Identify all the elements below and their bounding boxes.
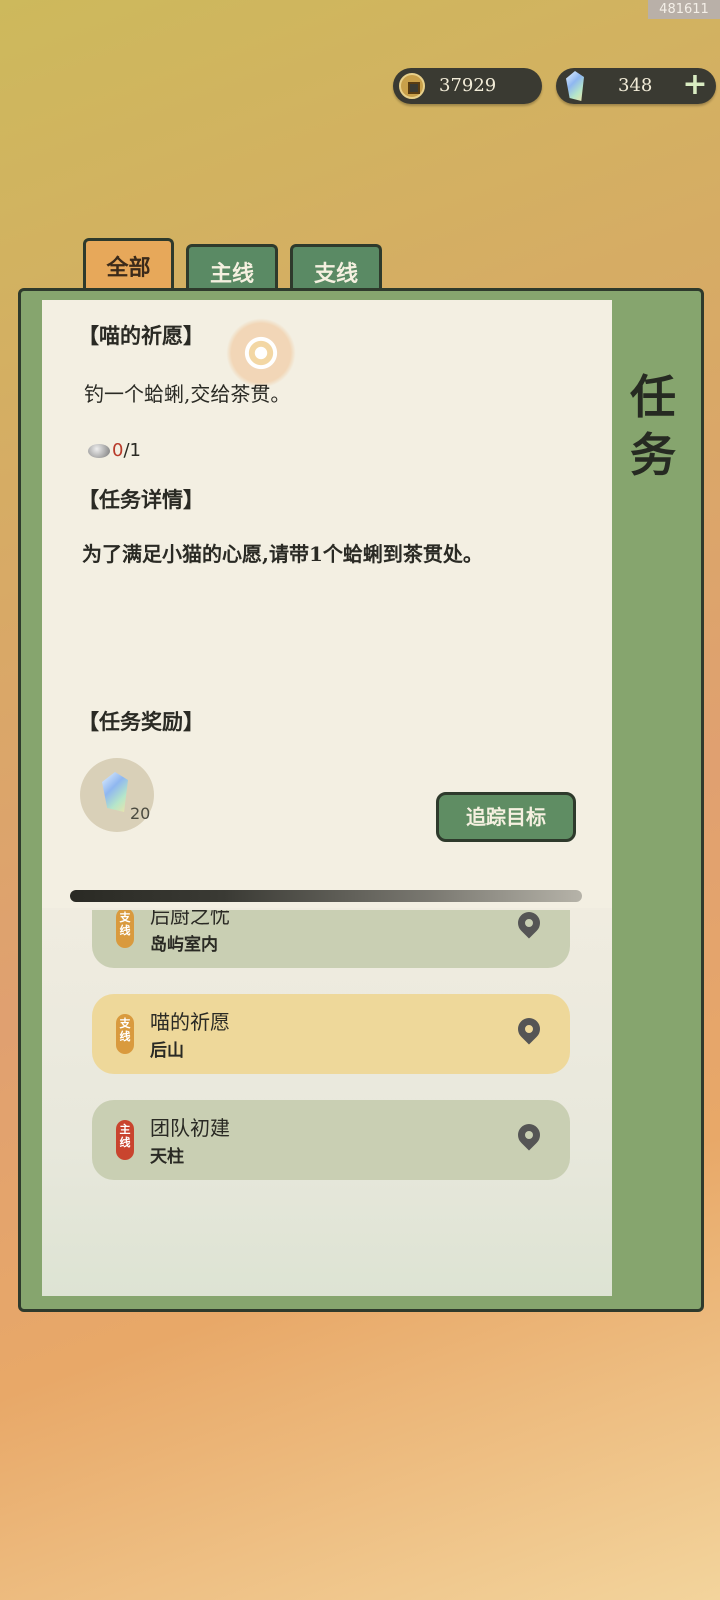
gem-icon xyxy=(566,71,584,101)
quest-progress: 0/1 xyxy=(88,440,141,461)
quest-location: 岛屿室内 xyxy=(150,935,218,955)
reward-item[interactable]: 20 xyxy=(80,758,154,832)
panel-title-char-2: 务 xyxy=(630,428,676,482)
quest-list-item[interactable]: 支线 喵的祈愿 后山 xyxy=(92,994,570,1074)
quest-list-item[interactable]: 主线 团队初建 天柱 xyxy=(92,1100,570,1180)
progress-current: 0 xyxy=(112,440,124,461)
track-target-button[interactable]: 追踪目标 xyxy=(436,792,576,842)
quest-location: 天柱 xyxy=(150,1147,184,1167)
quest-list[interactable]: 支线 后厨之忧 岛屿室内 支线 喵的祈愿 后山 主线 团队初建 天柱 xyxy=(42,910,612,1296)
gem-counter: 348 + xyxy=(556,68,716,104)
details-text: 为了满足小猫的心愿,请带1个蛤蜊到茶贯处。 xyxy=(82,542,483,566)
location-pin-icon[interactable] xyxy=(513,1013,545,1045)
tab-all[interactable]: 全部 xyxy=(83,238,174,294)
quest-tag: 支线 xyxy=(116,1014,134,1054)
coin-amount: 37929 xyxy=(439,75,497,96)
add-gems-button[interactable]: + xyxy=(680,70,710,101)
brush-divider xyxy=(70,890,582,902)
reward-heading: 【任务奖励】 xyxy=(78,709,204,734)
location-pin-icon[interactable] xyxy=(513,910,545,939)
panel-title: 任 务 xyxy=(620,368,686,484)
quest-location: 后山 xyxy=(150,1041,184,1061)
quest-objective: 钓一个蛤蜊,交给茶贯。 xyxy=(84,382,291,406)
quest-title: 【喵的祈愿】 xyxy=(78,323,204,348)
quest-list-item[interactable]: 支线 后厨之忧 岛屿室内 xyxy=(92,910,570,968)
coin-icon xyxy=(399,73,425,99)
quest-tag: 主线 xyxy=(116,1120,134,1160)
panel-title-char-1: 任 xyxy=(630,370,676,424)
quest-name: 喵的祈愿 xyxy=(150,1010,230,1034)
gem-icon xyxy=(102,772,128,812)
clam-icon xyxy=(88,444,110,458)
progress-total: /1 xyxy=(123,440,141,461)
quest-name: 团队初建 xyxy=(150,1116,230,1140)
gem-amount: 348 xyxy=(618,75,653,96)
reward-count: 20 xyxy=(130,804,151,823)
coin-counter: 37929 xyxy=(393,68,542,104)
watermark-badge: 481611 xyxy=(648,0,720,19)
quest-name: 后厨之忧 xyxy=(150,910,230,928)
details-heading: 【任务详情】 xyxy=(78,487,204,512)
location-pin-icon[interactable] xyxy=(513,1119,545,1151)
quest-tag: 支线 xyxy=(116,910,134,948)
